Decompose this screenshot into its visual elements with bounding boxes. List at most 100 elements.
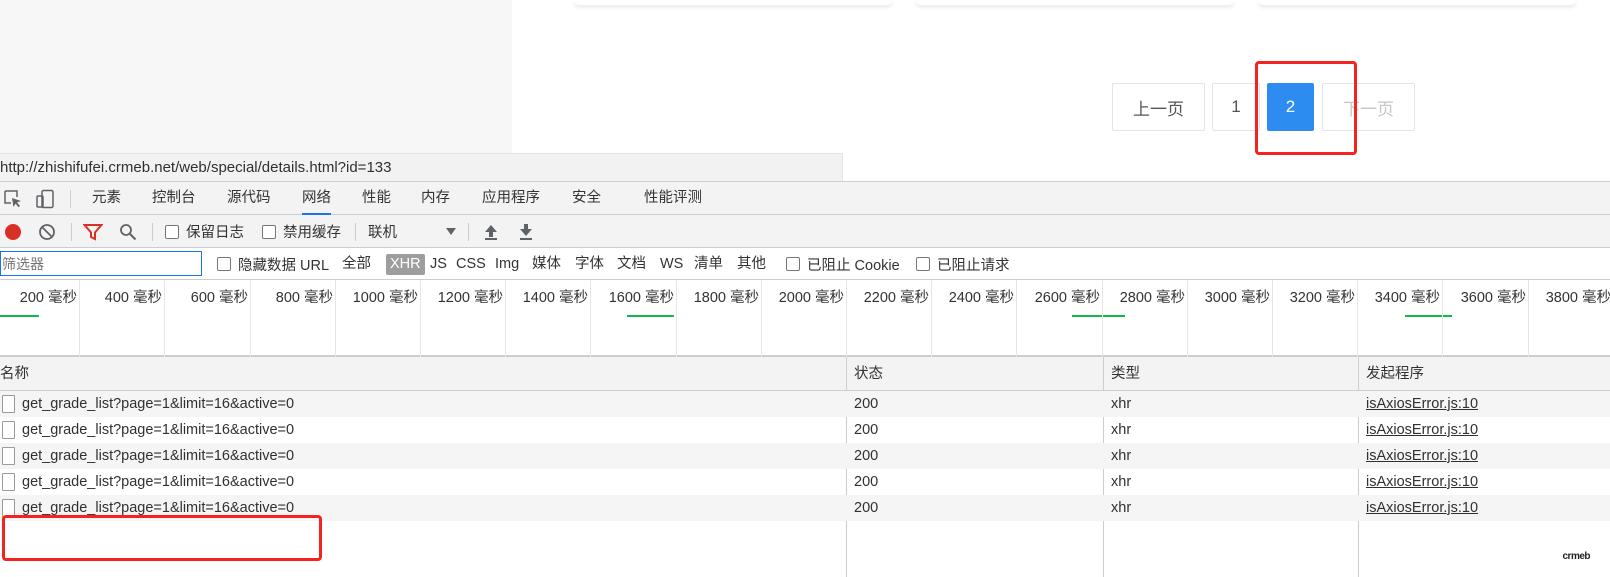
tab-network[interactable]: 网络 (302, 182, 331, 215)
disable-cache-checkbox[interactable]: 禁用缓存 (262, 215, 341, 248)
request-type: xhr (1111, 422, 1132, 438)
device-toolbar-icon[interactable] (35, 189, 55, 209)
checkbox-icon (165, 224, 179, 239)
record-button[interactable] (4, 215, 22, 248)
search-icon (120, 223, 137, 240)
type-filter-xhr[interactable]: XHR (386, 254, 425, 275)
request-name[interactable]: get_grade_list?page=1&limit=16&active=0 (22, 443, 294, 469)
hide-data-url-checkbox[interactable]: 隐藏数据 URL (217, 248, 329, 280)
type-filter-js[interactable]: JS (430, 254, 447, 275)
table-row[interactable]: get_grade_list?page=1&limit=16&active=0 2… (0, 469, 1610, 495)
filter-toggle[interactable] (83, 215, 103, 248)
request-type: xhr (1111, 500, 1132, 516)
request-name[interactable]: get_grade_list?page=1&limit=16&active=0 (22, 391, 294, 417)
tab-lighthouse[interactable]: 性能评测 (644, 182, 702, 215)
type-filter-media[interactable]: 媒体 (532, 254, 561, 275)
request-status: 200 (854, 474, 879, 490)
type-filter-other[interactable]: 其他 (737, 254, 766, 275)
tab-memory[interactable]: 内存 (421, 182, 450, 215)
tab-console[interactable]: 控制台 (152, 182, 196, 215)
request-initiator-link[interactable]: isAxiosError.js:10 (1366, 443, 1478, 469)
blocked-requests-checkbox[interactable]: 已阻止请求 (916, 248, 1010, 280)
request-table: 名称 状态 类型 发起程序 get_grade_list?page=1&limi… (0, 357, 1610, 577)
type-filter-all[interactable]: 全部 (342, 254, 371, 275)
page-1-button[interactable]: 1 (1212, 83, 1260, 131)
request-initiator-link[interactable]: isAxiosError.js:10 (1366, 391, 1478, 417)
type-filter-css[interactable]: CSS (456, 254, 486, 275)
import-har-button[interactable] (482, 215, 500, 248)
preserve-log-checkbox[interactable]: 保留日志 (165, 215, 244, 248)
url-tooltip: http://zhishifufei.crmeb.net/web/special… (0, 153, 843, 181)
column-header-status[interactable]: 状态 (850, 357, 883, 391)
course-card[interactable] (1258, 0, 1576, 5)
request-name[interactable]: get_grade_list?page=1&limit=16&active=0 (22, 417, 294, 443)
type-filter-img[interactable]: Img (495, 254, 519, 275)
toolbar-divider (468, 223, 469, 241)
blocked-requests-label: 已阻止请求 (937, 257, 1010, 274)
request-status: 200 (854, 396, 879, 412)
table-row[interactable]: get_grade_list?page=1&limit=16&active=0 2… (0, 391, 1610, 417)
type-filter-font[interactable]: 字体 (575, 254, 604, 275)
dropdown-arrow-icon (446, 227, 456, 235)
clear-icon (39, 223, 55, 240)
tab-performance[interactable]: 性能 (362, 182, 391, 215)
export-har-button[interactable] (517, 215, 535, 248)
checkbox-icon (217, 257, 231, 271)
toolbar-divider (355, 223, 356, 241)
course-card[interactable] (916, 0, 1234, 5)
column-header-initiator[interactable]: 发起程序 (1362, 357, 1424, 391)
request-initiator-link[interactable]: isAxiosError.js:10 (1366, 469, 1478, 495)
next-page-button[interactable]: 下一页 (1322, 83, 1415, 131)
type-filter-manifest[interactable]: 清单 (694, 254, 723, 275)
table-row[interactable]: get_grade_list?page=1&limit=16&active=0 2… (0, 495, 1610, 521)
document-icon (2, 499, 15, 517)
request-status: 200 (854, 448, 879, 464)
request-status: 200 (854, 422, 879, 438)
type-filter-doc[interactable]: 文档 (617, 254, 646, 275)
checkbox-icon (916, 257, 930, 271)
request-status: 200 (854, 500, 879, 516)
request-initiator-link[interactable]: isAxiosError.js:10 (1366, 417, 1478, 443)
search-button[interactable] (119, 215, 137, 248)
tab-security[interactable]: 安全 (572, 182, 601, 215)
network-overview-timeline[interactable]: 200 毫秒 400 毫秒 600 毫秒 800 毫秒 1000 毫秒 1200 毫秒 14… (0, 280, 1610, 357)
column-header-name[interactable]: 名称 (0, 357, 29, 391)
column-header-type[interactable]: 类型 (1107, 357, 1140, 391)
tab-elements[interactable]: 元素 (92, 182, 121, 215)
filter-icon (83, 223, 103, 241)
course-card[interactable] (574, 0, 892, 5)
timeline-gridline (0, 280, 1610, 357)
prev-page-button[interactable]: 上一页 (1112, 83, 1205, 131)
request-type: xhr (1111, 474, 1132, 490)
watermark-logo: crmeb (1562, 551, 1590, 562)
request-type: xhr (1111, 396, 1132, 412)
table-row[interactable]: get_grade_list?page=1&limit=16&active=0 2… (0, 417, 1610, 443)
filter-input[interactable] (0, 251, 202, 276)
devtools-panel: 元素 控制台 源代码 网络 性能 内存 应用程序 安全 性能评测 保留日志 禁用… (0, 181, 1610, 577)
page-2-button[interactable]: 2 (1267, 83, 1314, 131)
document-icon (2, 421, 15, 439)
request-name[interactable]: get_grade_list?page=1&limit=16&active=0 (22, 469, 294, 495)
network-filter-bar: 隐藏数据 URL 全部 XHR JS CSS Img 媒体 字体 文档 WS 清… (0, 248, 1610, 280)
record-icon (5, 223, 21, 240)
blocked-cookies-label: 已阻止 Cookie (807, 257, 900, 274)
tab-sources[interactable]: 源代码 (227, 182, 271, 215)
table-row[interactable]: get_grade_list?page=1&limit=16&active=0 2… (0, 443, 1610, 469)
hide-data-url-label: 隐藏数据 URL (238, 257, 330, 274)
type-filter-ws[interactable]: WS (660, 254, 683, 275)
clear-button[interactable] (38, 215, 56, 248)
download-icon (520, 223, 532, 240)
checkbox-icon (786, 257, 800, 271)
disable-cache-label: 禁用缓存 (283, 225, 341, 241)
request-table-header: 名称 状态 类型 发起程序 (0, 357, 1610, 391)
blocked-cookies-checkbox[interactable]: 已阻止 Cookie (786, 248, 900, 280)
document-icon (2, 473, 15, 491)
tab-application[interactable]: 应用程序 (482, 182, 540, 215)
devtools-tab-bar: 元素 控制台 源代码 网络 性能 内存 应用程序 安全 性能评测 (0, 182, 1610, 215)
upload-icon (485, 224, 497, 240)
request-initiator-link[interactable]: isAxiosError.js:10 (1366, 495, 1478, 521)
request-name[interactable]: get_grade_list?page=1&limit=16&active=0 (22, 495, 294, 521)
throttling-select[interactable]: 联机 (368, 215, 456, 248)
inspect-element-icon[interactable] (3, 189, 23, 209)
checkbox-icon (262, 224, 276, 239)
